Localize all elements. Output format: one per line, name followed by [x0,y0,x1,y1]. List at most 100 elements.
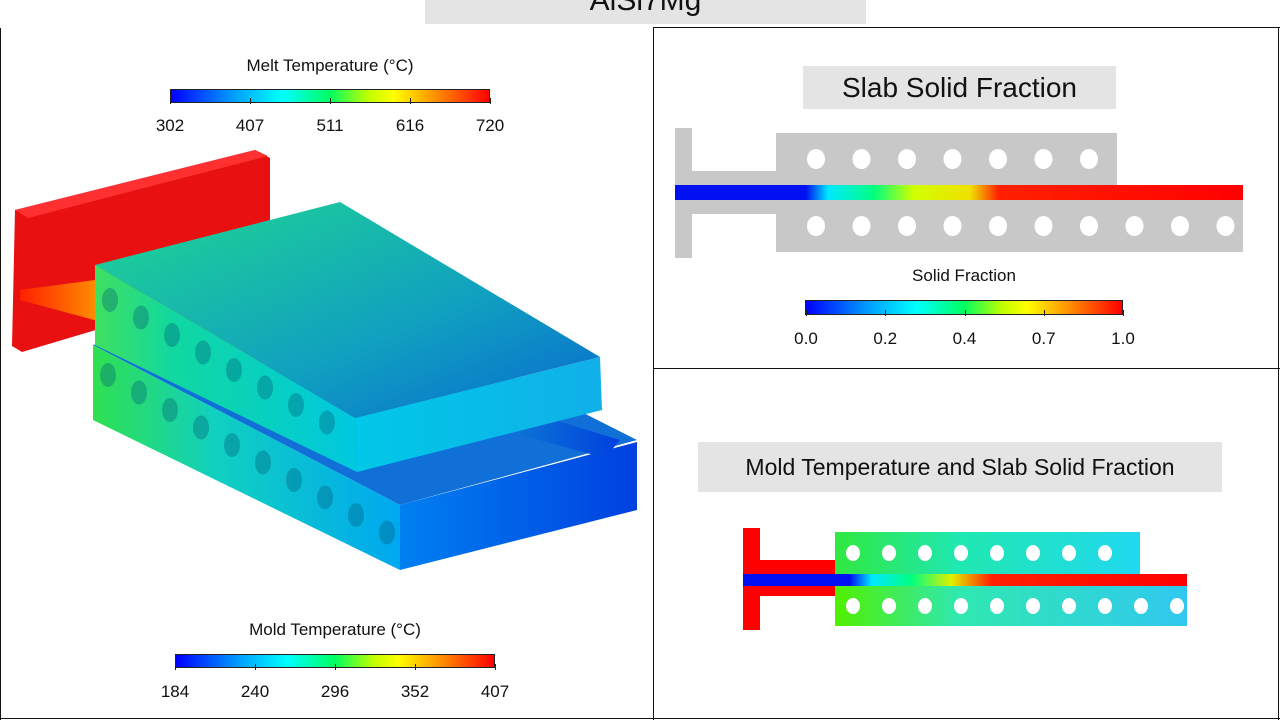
cooling-hole [224,433,240,457]
cooling-hole [1170,598,1184,614]
cooling-hole [918,598,932,614]
colorbar-tick [1123,310,1124,316]
combined-panel-title: Mold Temperature and Slab Solid Fraction [698,442,1222,492]
colorbar-tick [255,664,256,670]
cooling-hole [317,485,333,510]
slab-solid-fraction-view [675,128,1243,258]
frame-top-line [653,27,1280,28]
colorbar-tick [964,310,966,316]
cooling-hole [100,363,116,387]
cooling-hole [1034,216,1053,236]
page-title: AlSi7Mg [425,0,866,24]
cooling-hole [852,216,871,236]
colorbar-tick-label: 352 [400,682,430,701]
cooling-hole [257,375,273,400]
cooling-hole [807,149,825,169]
cooling-hole [1098,545,1112,561]
cooling-hole [852,149,871,169]
cooling-hole [1034,149,1053,169]
cooling-hole [164,323,180,347]
cooling-hole [882,545,896,561]
cooling-hole [943,216,962,236]
cooling-hole [990,598,1004,614]
cooling-hole [1125,149,1144,169]
colorbar-tick-label: 407 [235,116,265,135]
colorbar-tick-label: 1.0 [1111,329,1135,348]
divider-vertical [653,28,654,720]
cooling-hole [255,450,271,475]
cooling-hole [954,545,968,561]
cooling-hole [898,216,916,236]
cooling-hole [162,398,178,422]
cooling-hole [193,415,209,440]
cooling-hole [990,545,1004,561]
cooling-hole [1134,598,1148,614]
cooling-hole [943,149,962,169]
colorbar-tick-label: 407 [480,682,510,701]
colorbar-tick [250,98,251,104]
colorbar-tick-label: 302 [155,116,185,135]
colorbar-tick-label: 720 [475,116,505,135]
3d-mold-render [12,150,637,570]
cooling-hole [1026,598,1040,614]
cooling-hole [1216,216,1235,236]
cooling-hole [882,598,896,614]
cooling-hole [846,598,860,614]
cooling-hole [807,216,825,236]
colorbar-tick [410,98,411,104]
cooling-hole [102,288,118,312]
cooling-hole [288,393,304,417]
title-text: AlSi7Mg [589,0,702,17]
cooling-hole [989,216,1007,236]
frame-bottom-line [0,718,1280,719]
cooling-hole [989,149,1007,169]
cooling-hole [286,468,302,492]
cooling-hole [226,358,242,382]
cooling-hole [379,520,395,545]
cooling-hole [954,598,968,614]
cooling-hole [319,410,335,435]
colorbar-tick-label: 184 [160,682,190,701]
cooling-hole [898,149,916,169]
colorbar-tick [330,98,331,104]
cooling-hole [195,340,211,365]
mold-colorbar-label: Mold Temperature (°C) [249,620,421,639]
colorbar-tick-label: 511 [316,116,344,135]
colorbar-tick [415,664,416,670]
colorbar-tick-label: 240 [240,682,270,701]
cooling-hole [1125,216,1144,236]
colorbar-tick-label: 0.7 [1031,329,1056,348]
colorbar-tick-label: 0.0 [794,329,818,348]
cooling-hole [133,305,149,330]
cooling-hole [1062,545,1076,561]
slab-panel-title: Slab Solid Fraction [803,66,1116,109]
combined-panel-title-text: Mold Temperature and Slab Solid Fraction [745,453,1175,480]
colorbar-tick [170,98,171,104]
divider-horizontal [653,368,1280,369]
cooling-hole [1062,598,1076,614]
colorbar-tick-label: 0.4 [952,329,977,348]
slab-panel-title-text: Slab Solid Fraction [841,71,1077,103]
melt-colorbar-label: Melt Temperature (°C) [246,56,414,75]
cooling-hole [1080,149,1098,169]
combined-view [743,528,1187,630]
cooling-hole [918,545,932,561]
colorbar-tick [885,310,887,316]
cooling-hole [348,503,364,527]
colorbar-tick-label: 616 [395,116,425,135]
cooling-hole [1171,216,1189,236]
colorbar-tick [1043,310,1045,316]
cooling-hole [131,380,147,405]
cooling-hole [1026,545,1040,561]
colorbar-tick-label: 296 [320,682,350,701]
cooling-hole [1098,598,1112,614]
colorbar-tick [490,98,491,104]
colorbar-tick [335,664,336,670]
colorbar-tick-label: 0.2 [873,329,898,348]
colorbar-tick [806,310,807,316]
colorbar-tick [495,664,496,670]
cooling-hole [846,545,860,561]
frame-right-line [1278,28,1279,720]
colorbar-tick [175,664,176,670]
cooling-hole [1080,216,1098,236]
